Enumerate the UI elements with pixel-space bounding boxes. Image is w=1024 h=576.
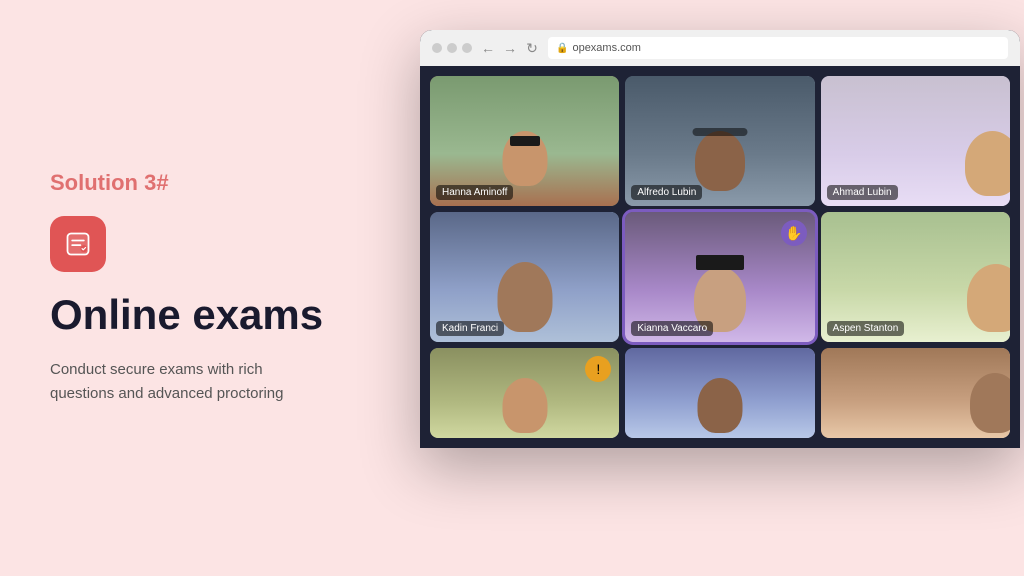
- browser-content: Hanna Aminoff Alfredo Lubin: [420, 66, 1020, 448]
- icon-box: [50, 216, 106, 272]
- refresh-button[interactable]: ↻: [524, 40, 540, 56]
- forward-button[interactable]: →: [502, 40, 518, 56]
- video-cell-2: Alfredo Lubin: [625, 76, 814, 206]
- browser-url-bar[interactable]: 🔒 opexams.com: [548, 37, 1008, 59]
- video-cell-3: Ahmad Lubin: [821, 76, 1010, 206]
- left-panel: Solution 3# Online exams Conduct secure …: [0, 130, 420, 446]
- solution-label: Solution 3#: [50, 170, 370, 196]
- main-title: Online exams: [50, 292, 370, 338]
- video-cell-9: [821, 348, 1010, 438]
- face-8: [625, 348, 814, 438]
- browser-window: ← → ↻ 🔒 opexams.com H: [420, 30, 1020, 448]
- name-kianna: Kianna Vaccaro: [631, 321, 713, 336]
- name-alfredo: Alfredo Lubin: [631, 185, 702, 200]
- video-cell-4: Kadin Franci: [430, 212, 619, 342]
- video-cell-5: ✋ Kianna Vaccaro: [625, 212, 814, 342]
- right-panel: ← → ↻ 🔒 opexams.com H: [420, 0, 1024, 576]
- video-cell-8: [625, 348, 814, 438]
- browser-nav: ← → ↻: [480, 40, 540, 56]
- url-text: opexams.com: [572, 42, 640, 54]
- video-grid: Hanna Aminoff Alfredo Lubin: [430, 76, 1010, 438]
- back-button[interactable]: ←: [480, 40, 496, 56]
- video-cell-7: !: [430, 348, 619, 438]
- dot-max: [462, 43, 472, 53]
- video-cell-6: Aspen Stanton: [821, 212, 1010, 342]
- name-kadin: Kadin Franci: [436, 321, 504, 336]
- dot-close: [432, 43, 442, 53]
- dot-min: [447, 43, 457, 53]
- face-9: [821, 348, 1010, 438]
- lock-icon: 🔒: [556, 43, 568, 54]
- video-cell-1: Hanna Aminoff: [430, 76, 619, 206]
- name-aspen: Aspen Stanton: [827, 321, 905, 336]
- name-hanna: Hanna Aminoff: [436, 185, 513, 200]
- browser-toolbar: ← → ↻ 🔒 opexams.com: [420, 30, 1020, 66]
- exam-icon: [64, 230, 92, 258]
- description: Conduct secure exams with rich questions…: [50, 358, 370, 406]
- browser-dots: [432, 43, 472, 53]
- name-ahmad: Ahmad Lubin: [827, 185, 898, 200]
- raise-hand-badge: ✋: [781, 220, 807, 246]
